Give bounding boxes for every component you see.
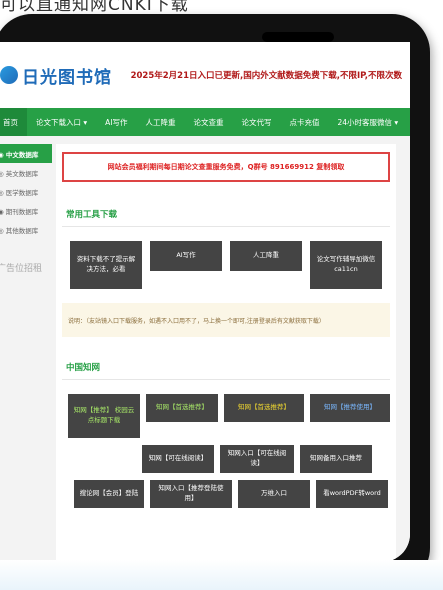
download-help-button[interactable]: 资料下载不了提示解决方法，必看 xyxy=(70,241,142,289)
site-header: 日光图书馆 2025年2月21日入口已更新,国内外文献数据免费下载,不限IP,不… xyxy=(0,42,410,108)
phone-frame: 日光图书馆 2025年2月21日入口已更新,国内外文献数据免费下载,不限IP,不… xyxy=(0,14,430,586)
nav-item-ai-writing[interactable]: AI写作 xyxy=(96,108,136,136)
phone-screen: 日光图书馆 2025年2月21日入口已更新,国内外文献数据免费下载,不限IP,不… xyxy=(0,42,410,562)
cnki-online-read-button[interactable]: 知网【可在线阅读】 xyxy=(142,445,214,473)
sidebar-item-medical-db[interactable]: ◎ 医学数据库 xyxy=(0,182,52,201)
header-notice: 2025年2月21日入口已更新,国内外文献数据免费下载,不限IP,不限次数 xyxy=(130,71,402,81)
writing-help-button[interactable]: 论文写作辅导加微信 ca11cn xyxy=(310,241,382,289)
nav-item-download[interactable]: 论文下载入口 ▾ xyxy=(27,108,96,136)
cnki-row-1: 知网【推荐】 校园云点标题下载 知网【首选推荐】 知网【首选推荐】 知网【推荐使… xyxy=(62,394,390,438)
logo-text: 日光图书馆 xyxy=(22,67,112,88)
site-logo[interactable]: 日光图书馆 xyxy=(0,63,112,88)
sidebar-item-english-db[interactable]: ◎ 英文数据库 xyxy=(0,163,52,182)
tools-section-title: 常用工具下载 xyxy=(62,202,390,227)
top-caption: 可以直通知网CNKI下载 xyxy=(0,0,189,12)
sidebar-ad[interactable]: 广告位招租 xyxy=(0,261,52,274)
cnki-first-choice-button-2[interactable]: 知网【首选推荐】 xyxy=(224,394,304,422)
cnki-row-2: 知网【可在线阅读】 知网入口【可在线阅读】 知网备用入口推荐 xyxy=(62,445,390,473)
logo-icon xyxy=(0,66,18,84)
sidebar-item-chinese-db[interactable]: ◉ 中文数据库 xyxy=(0,144,52,163)
page-body: ◉ 中文数据库 ◎ 英文数据库 ◎ 医学数据库 ◉ 期刊数据库 ◎ 其他数据库 … xyxy=(0,136,410,562)
cnki-backup-entry-button[interactable]: 知网备用入口推荐 xyxy=(300,445,372,473)
cnki-campus-button[interactable]: 知网【推荐】 校园云点标题下载 xyxy=(68,394,140,438)
ai-writing-button[interactable]: AI写作 xyxy=(150,241,222,271)
nav-item-ghostwriting[interactable]: 论文代写 xyxy=(233,108,281,136)
pdf-to-word-button[interactable]: 看wordPDF转word xyxy=(316,480,388,508)
phone-notch xyxy=(262,32,334,42)
sidebar-item-journal-db[interactable]: ◉ 期刊数据库 xyxy=(0,201,52,220)
nav-item-service-wechat[interactable]: 24小时客服微信 ▾ xyxy=(329,108,408,136)
cnki-first-choice-button[interactable]: 知网【首选推荐】 xyxy=(146,394,218,422)
manual-rewrite-button[interactable]: 人工降重 xyxy=(230,241,302,271)
nav-item-manual-rewrite[interactable]: 人工降重 xyxy=(137,108,185,136)
soulun-member-button[interactable]: 搜论网【会员】登陆 xyxy=(74,480,144,508)
nav-item-recharge[interactable]: 点卡充值 xyxy=(281,108,329,136)
cnki-row-3: 搜论网【会员】登陆 知网入口【推荐登陆使用】 万维入口 看wordPDF转wor… xyxy=(62,480,390,508)
sidebar: ◉ 中文数据库 ◎ 英文数据库 ◎ 医学数据库 ◉ 期刊数据库 ◎ 其他数据库 … xyxy=(0,144,52,274)
page: 可以直通知网CNKI下载 日光图书馆 2025年2月21日入口已更新,国内外文献… xyxy=(0,0,443,590)
tools-button-row: 资料下载不了提示解决方法，必看 AI写作 人工降重 论文写作辅导加微信 ca11… xyxy=(62,241,390,289)
bottom-decoration xyxy=(0,560,443,590)
nav-item-plagiarism-check[interactable]: 论文查重 xyxy=(185,108,233,136)
wanwei-entry-button[interactable]: 万维入口 xyxy=(238,480,310,508)
cnki-recommended-button[interactable]: 知网【推荐使用】 xyxy=(310,394,390,422)
main-nav: 首页 论文下载入口 ▾ AI写作 人工降重 论文查重 论文代写 点卡充值 24小… xyxy=(0,108,410,136)
nav-item-home[interactable]: 首页 xyxy=(0,108,27,136)
cnki-entry-online-read-button[interactable]: 知网入口【可在线阅读】 xyxy=(220,445,294,473)
cnki-section-title: 中国知网 xyxy=(62,355,390,380)
sidebar-item-other-db[interactable]: ◎ 其他数据库 xyxy=(0,220,52,239)
promo-alert[interactable]: 网站会员福利期间每日期论文查重服务免费，Q群号 891669912 复制领取 xyxy=(62,152,390,182)
cnki-login-entry-button[interactable]: 知网入口【推荐登陆使用】 xyxy=(150,480,232,508)
main-content: 网站会员福利期间每日期论文查重服务免费，Q群号 891669912 复制领取 常… xyxy=(56,144,396,562)
usage-tip: 说明：（友站镜入口下载服务，如遇不入口用不了，马上换一个即可,注册登录后有文献获… xyxy=(62,303,390,337)
